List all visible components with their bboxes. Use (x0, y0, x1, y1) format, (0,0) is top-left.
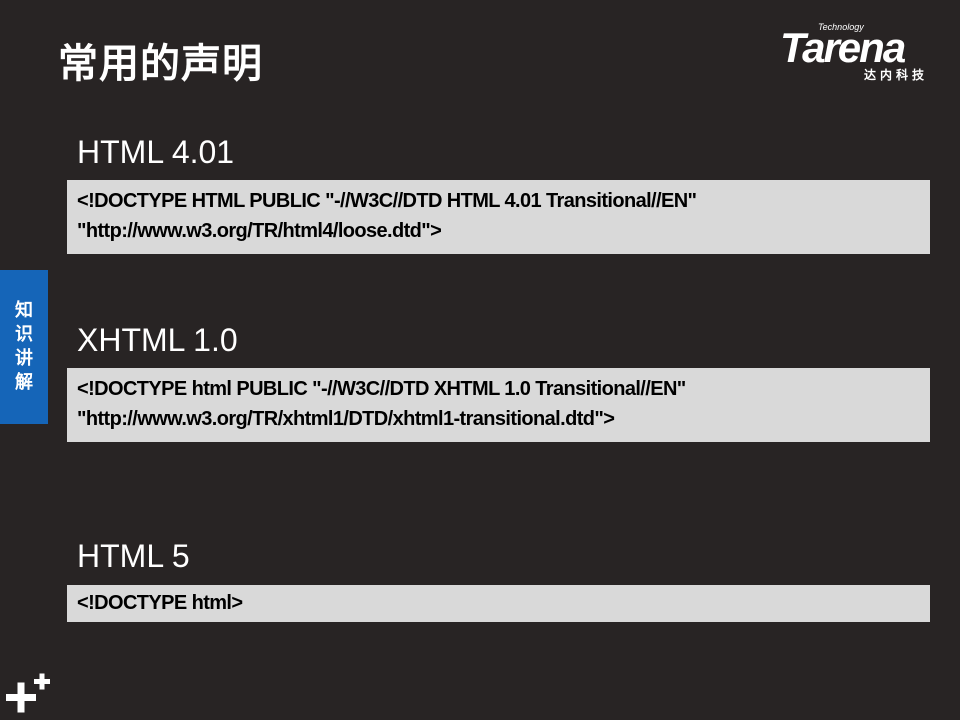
logo-chinese-text: 达内科技 (864, 68, 929, 82)
side-tab-char: 识 (15, 324, 33, 345)
code-box-xhtml10: <!DOCTYPE html PUBLIC "-//W3C//DTD XHTML… (67, 368, 930, 442)
side-tab-char: 讲 (15, 348, 33, 369)
side-tab-char: 解 (15, 372, 33, 393)
code-box-html401: <!DOCTYPE HTML PUBLIC "-//W3C//DTD HTML … (67, 180, 930, 254)
plus-icon (6, 673, 50, 713)
section-heading-xhtml10: XHTML 1.0 (77, 322, 238, 358)
side-tab-char: 知 (15, 300, 33, 321)
slide-title: 常用的声明 (58, 41, 263, 87)
code-line: <!DOCTYPE HTML PUBLIC "-//W3C//DTD HTML … (77, 190, 697, 212)
knowledge-explanation-tab: 知 识 讲 解 (0, 270, 48, 424)
code-line: <!DOCTYPE html> (77, 592, 243, 614)
tarena-logo: Technology Tarena 达内科技 (780, 22, 946, 84)
logo-brand-text: Tarena (780, 24, 906, 71)
section-heading-html5: HTML 5 (77, 538, 190, 574)
section-heading-html401: HTML 4.01 (77, 134, 235, 170)
code-line: <!DOCTYPE html PUBLIC "-//W3C//DTD XHTML… (77, 378, 686, 400)
code-line: "http://www.w3.org/TR/html4/loose.dtd"> (77, 220, 442, 242)
code-line: "http://www.w3.org/TR/xhtml1/DTD/xhtml1-… (77, 408, 615, 430)
code-box-html5: <!DOCTYPE html> (67, 585, 930, 622)
